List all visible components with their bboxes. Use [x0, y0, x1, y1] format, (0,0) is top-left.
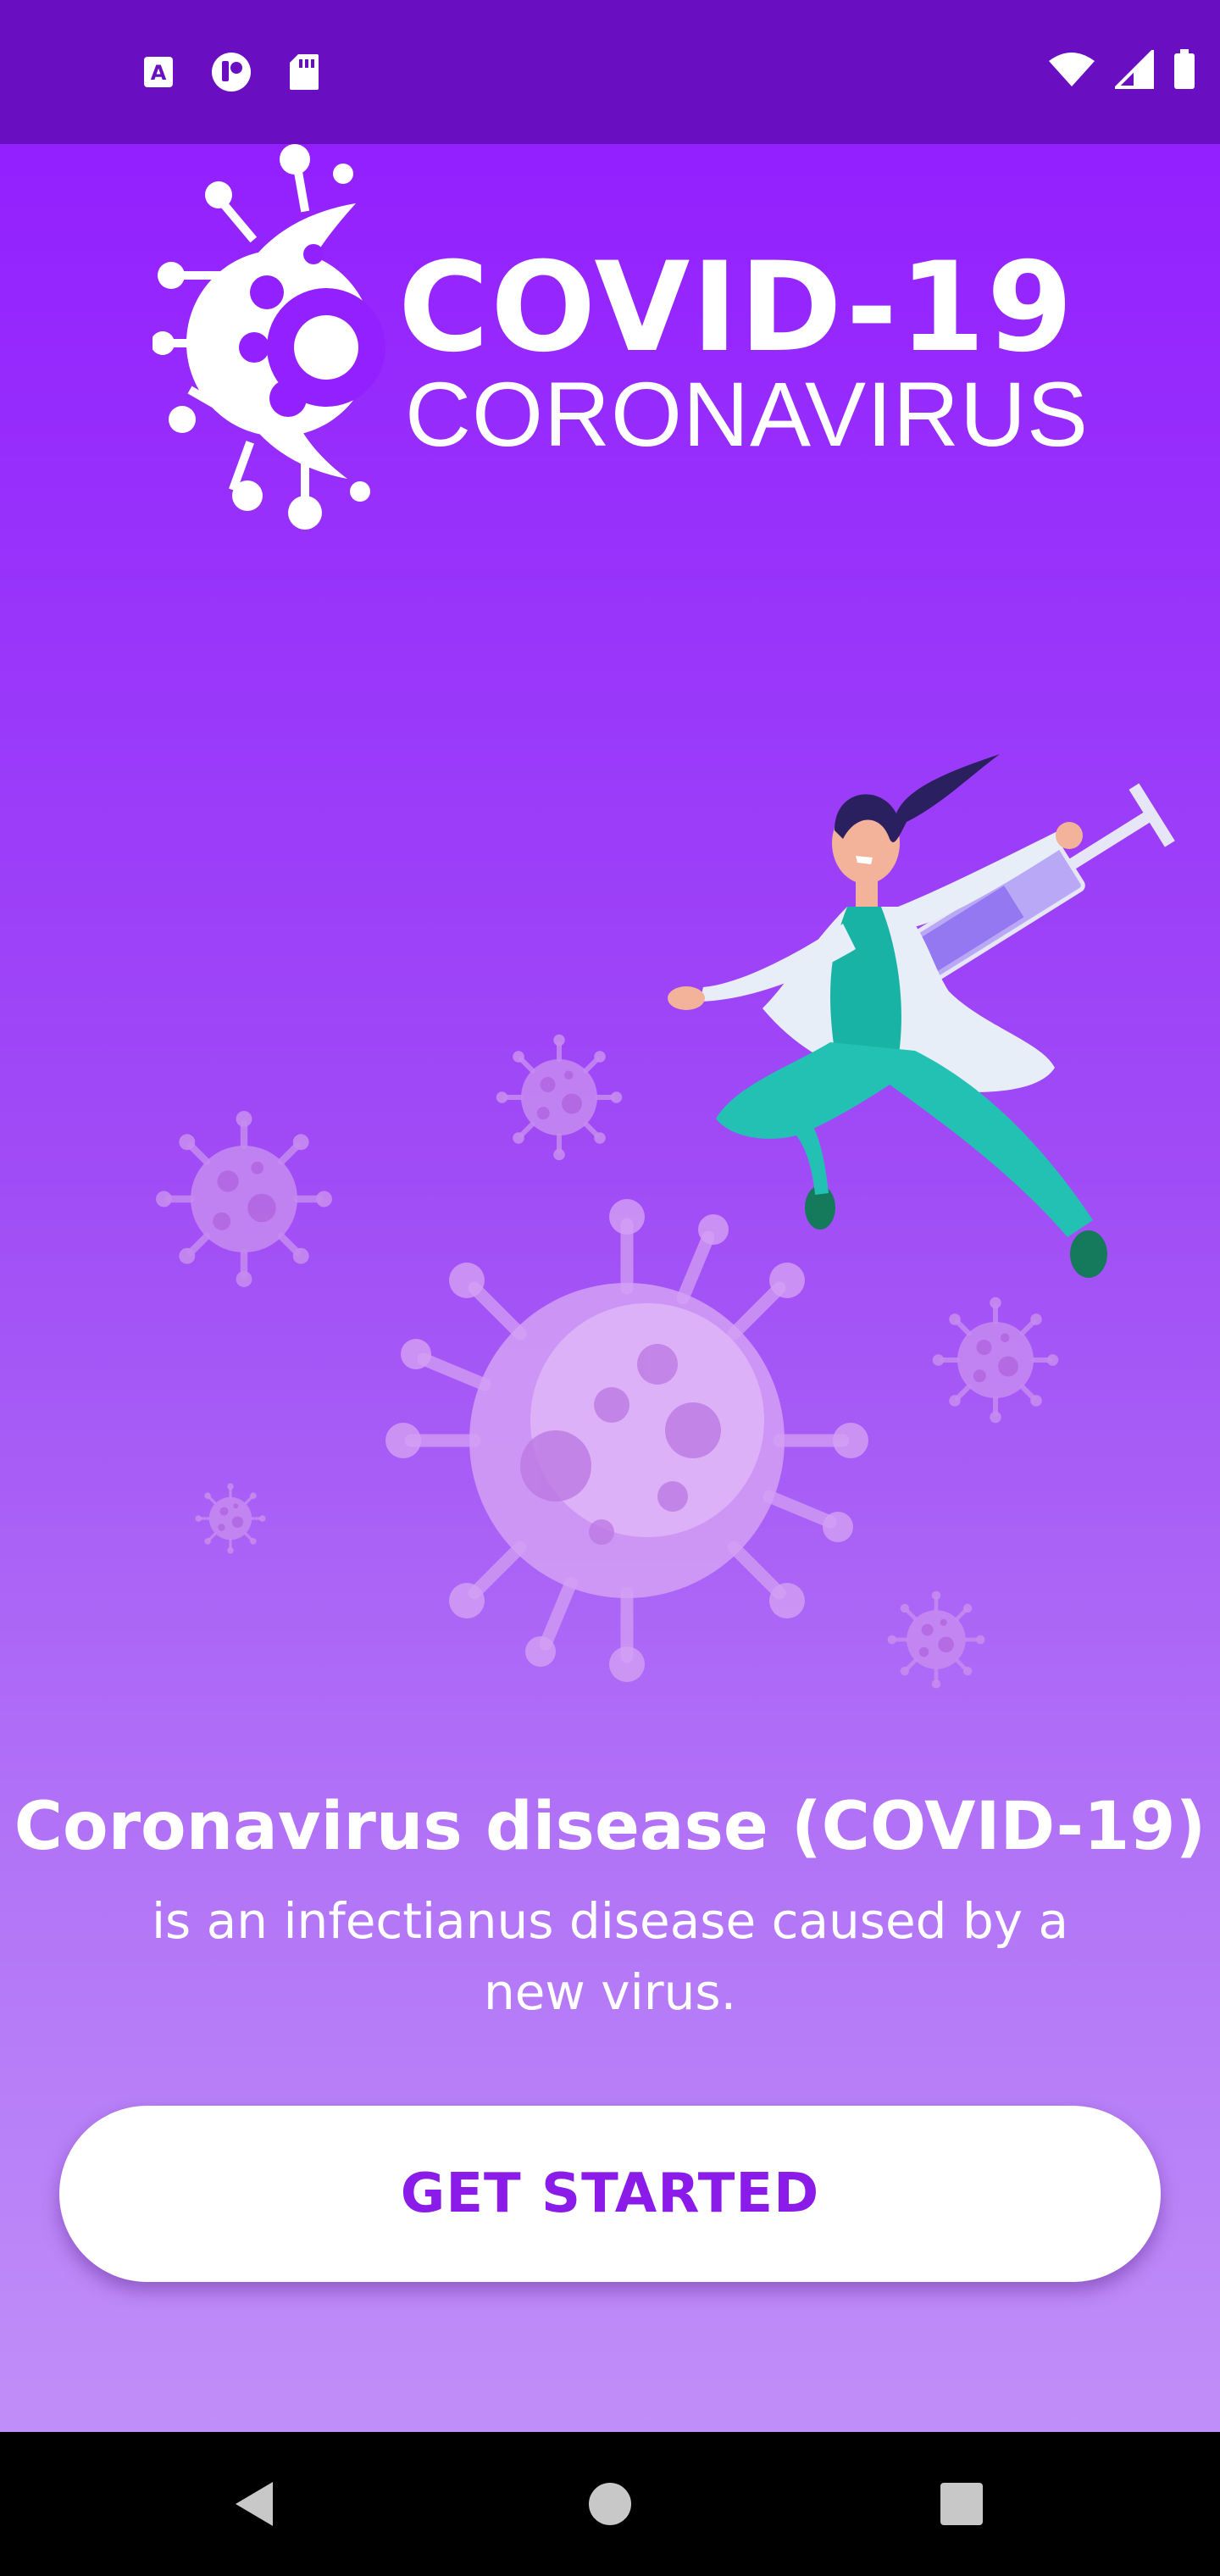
svg-text:A: A	[151, 61, 167, 85]
virus-icon	[496, 1035, 623, 1161]
get-started-button[interactable]: GET STARTED	[59, 2106, 1161, 2282]
onboarding-screen: COVID-19 CORONAVIRUS Coronavirus disease…	[0, 144, 1220, 2432]
covid-logo: COVID-19 CORONAVIRUS	[152, 144, 1088, 534]
intro-description: is an infectianus disease caused by a ne…	[151, 1892, 1069, 2022]
virus-icon	[156, 1111, 332, 1287]
home-icon	[589, 2483, 631, 2525]
virus-icon	[385, 1199, 868, 1682]
notification-icons: A	[142, 51, 320, 93]
cellular-signal-icon	[1115, 50, 1154, 89]
recents-icon	[940, 2483, 983, 2525]
a-notification-icon: A	[144, 57, 173, 87]
media-notification-icon	[212, 53, 251, 92]
nav-home-button[interactable]	[572, 2466, 648, 2542]
virus-icon	[193, 1481, 268, 1556]
virus-icon	[933, 1297, 1059, 1424]
logo-subtitle: CORONAVIRUS	[405, 363, 1090, 465]
virus-icon	[888, 1591, 985, 1689]
doctor-illustration	[668, 754, 1175, 1278]
doctor-virus-illustration	[0, 754, 1175, 1771]
system-navigation-bar	[0, 2432, 1220, 2576]
virus-logo-icon	[152, 144, 385, 530]
battery-icon	[1174, 49, 1195, 89]
sd-card-icon	[290, 54, 319, 90]
logo-title: COVID-19	[398, 236, 1075, 380]
nav-recents-button[interactable]	[923, 2466, 1000, 2542]
status-bar: A	[0, 0, 1220, 144]
wifi-icon	[1049, 53, 1095, 86]
back-icon	[236, 2482, 273, 2526]
intro-headline: Coronavirus disease (COVID-19)	[14, 1789, 1206, 1865]
system-icons	[1047, 49, 1196, 90]
nav-back-button[interactable]	[216, 2466, 292, 2542]
